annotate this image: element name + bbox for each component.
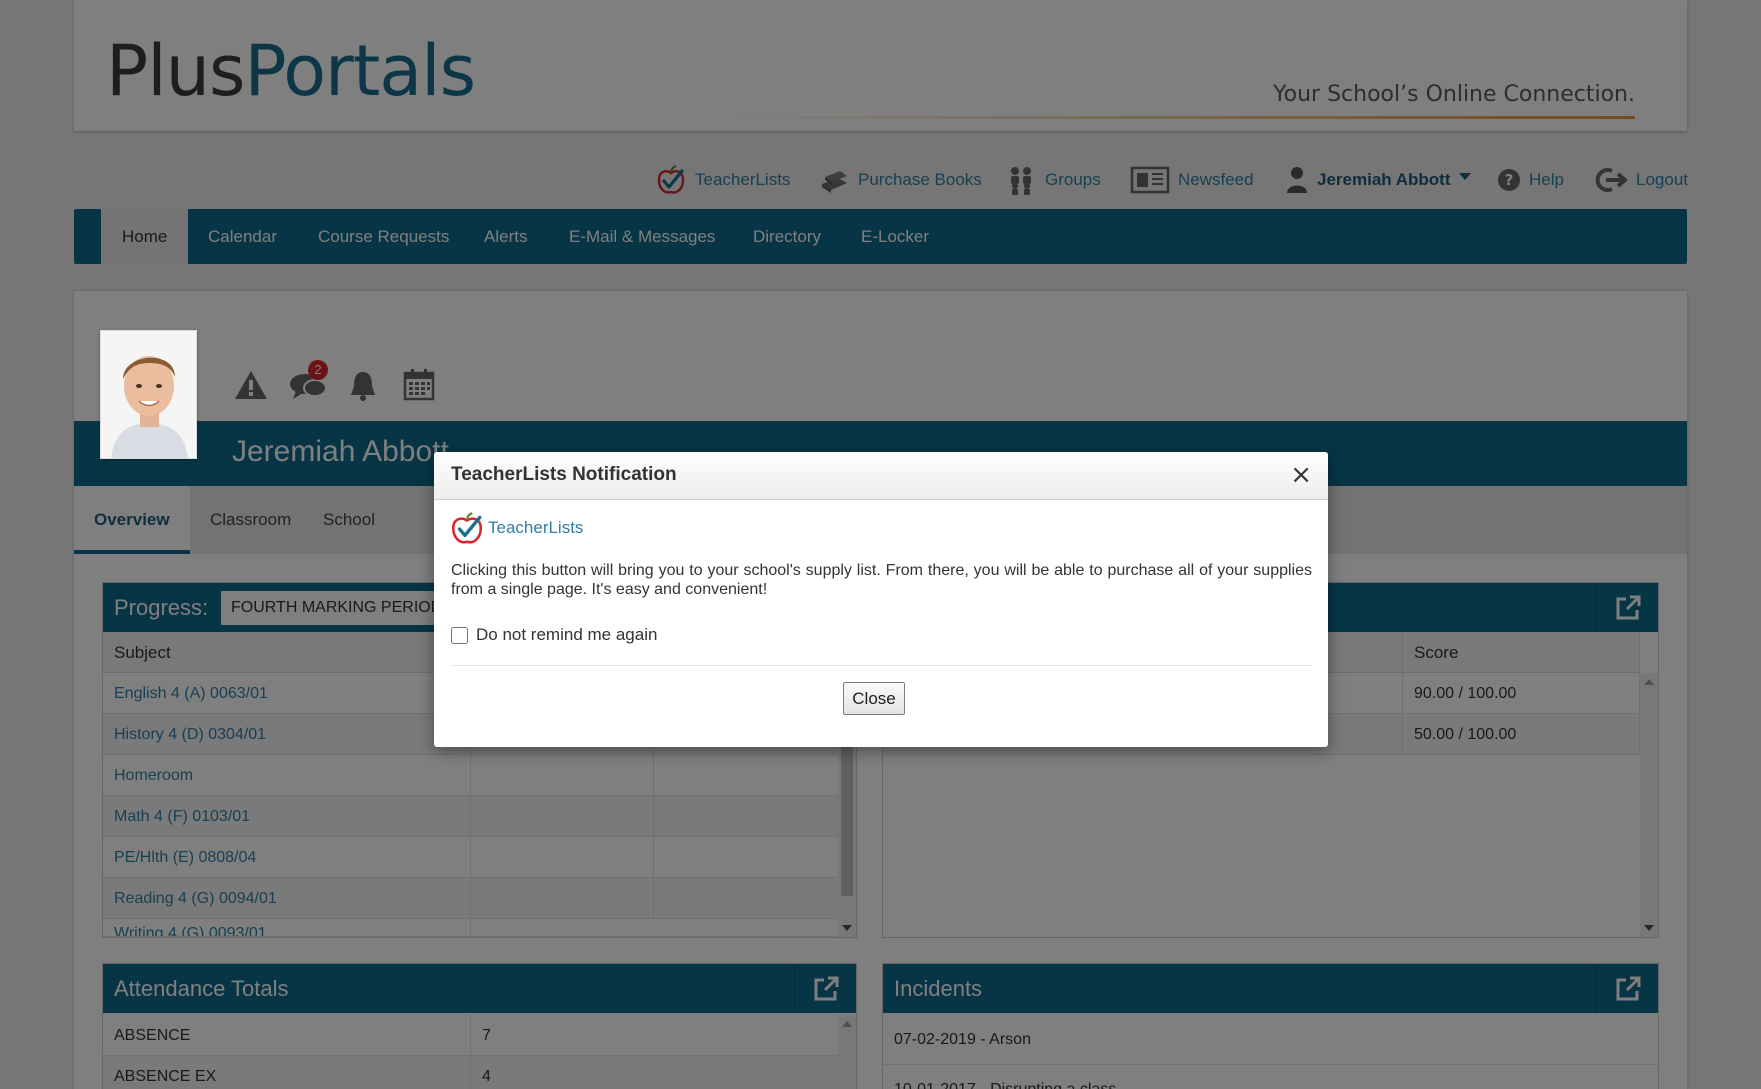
student-avatar[interactable]	[100, 330, 197, 459]
dialog-title: TeacherLists Notification	[451, 464, 677, 485]
do-not-remind-checkbox[interactable]	[451, 626, 468, 644]
teacherlists-brand-label: TeacherLists	[488, 518, 584, 537]
page: PlusPortals Your School’s Online Connect…	[0, 0, 1761, 1089]
close-button[interactable]: Close	[843, 682, 905, 715]
do-not-remind-label: Do not remind me again	[476, 625, 658, 644]
teacherlists-notification-dialog: TeacherLists Notification × TeacherLists…	[434, 452, 1328, 747]
dialog-divider	[451, 665, 1312, 666]
teacherlists-apple-icon	[450, 510, 484, 546]
close-icon[interactable]: ×	[1290, 461, 1312, 489]
do-not-remind-option[interactable]: Do not remind me again	[451, 625, 657, 645]
dialog-message: Clicking this button will bring you to y…	[451, 562, 1312, 598]
teacherlists-brand[interactable]: TeacherLists	[450, 510, 583, 546]
dialog-header: TeacherLists Notification ×	[434, 452, 1328, 500]
